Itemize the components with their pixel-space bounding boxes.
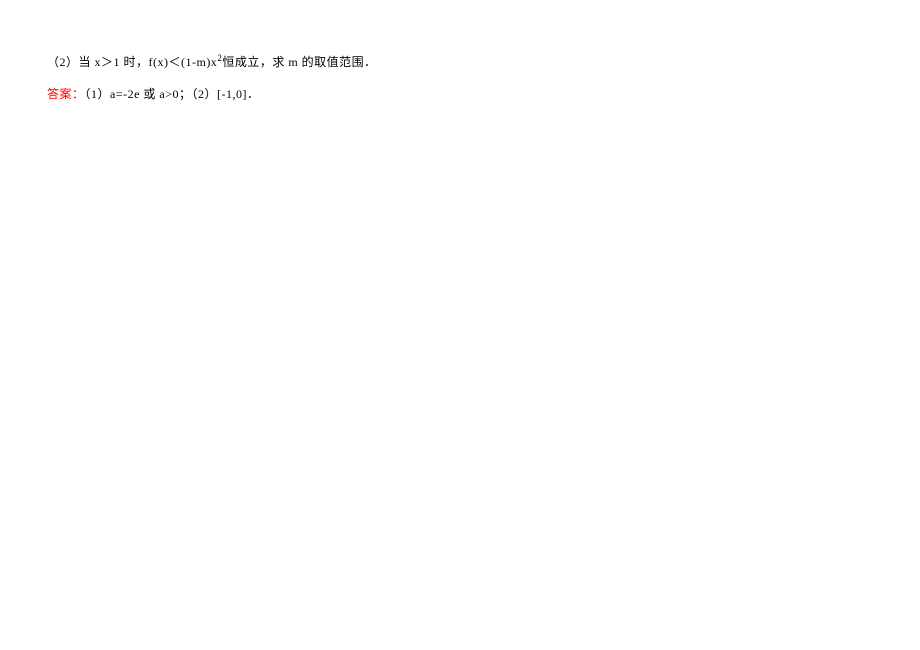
answer-label: 答案： (47, 87, 85, 101)
answer-content: （1）a=-2e 或 a>0；（2）[-1,0]． (85, 87, 260, 101)
problem-part-2: （2）当 x＞1 时，f(x)＜(1-m)x2恒成立，求 m 的取值范围． (47, 53, 873, 72)
problem-text-prefix: （2）当 x＞1 时，f(x)＜(1-m)x (47, 55, 217, 69)
problem-text-suffix: 恒成立，求 m 的取值范围． (222, 55, 376, 69)
document-page: （2）当 x＞1 时，f(x)＜(1-m)x2恒成立，求 m 的取值范围． 答案… (0, 0, 920, 104)
answer-line: 答案：（1）a=-2e 或 a>0；（2）[-1,0]． (47, 85, 873, 104)
